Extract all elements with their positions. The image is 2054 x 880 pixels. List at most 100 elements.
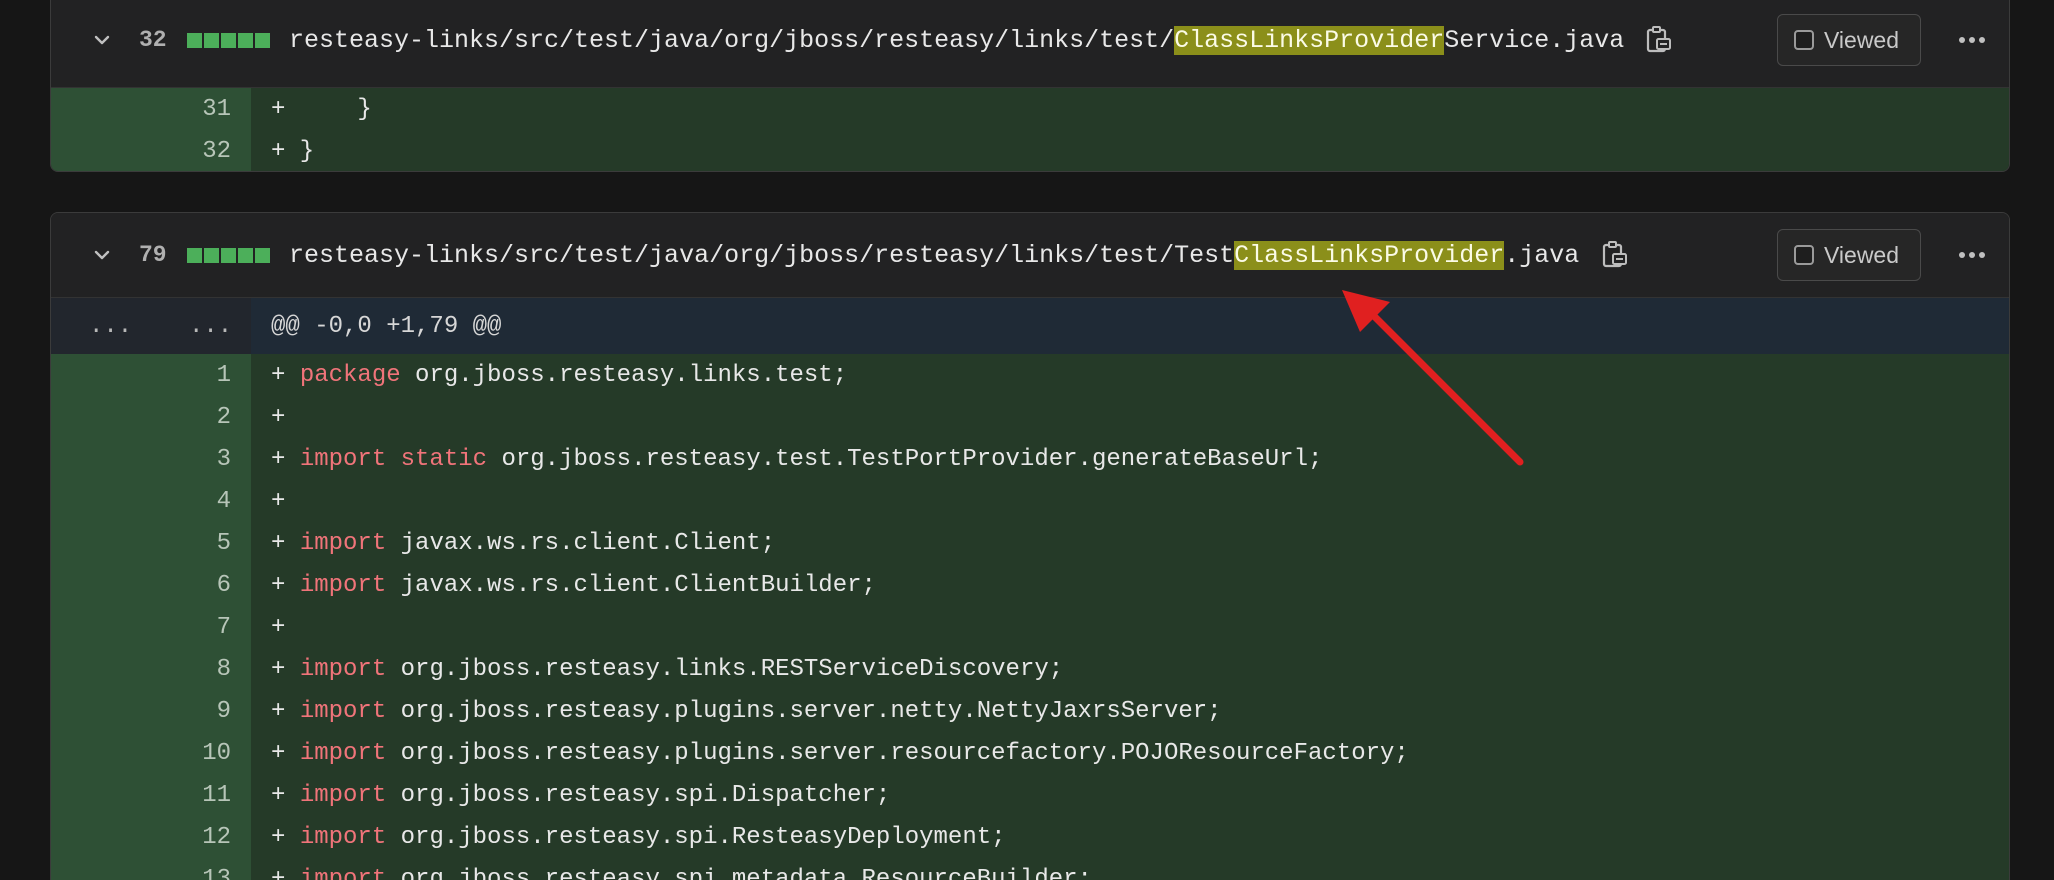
code-line: + bbox=[251, 396, 2009, 438]
code-line: + import org.jboss.resteasy.spi.Resteasy… bbox=[251, 816, 2009, 858]
code-line: + } bbox=[251, 88, 2009, 130]
line-number[interactable]: 1 bbox=[51, 354, 251, 396]
code-keyword: import bbox=[299, 739, 387, 767]
code-text: org.jboss.resteasy.plugins.server.netty.… bbox=[386, 697, 1222, 725]
file-path[interactable]: resteasy-links/src/test/java/org/jboss/r… bbox=[289, 25, 1625, 55]
diff-plus-marker: + bbox=[271, 739, 300, 767]
diff-plus-marker: + bbox=[271, 697, 300, 725]
diff-plus-marker: + bbox=[271, 781, 300, 809]
file-diff-1: 32 resteasy-links/src/test/java/org/jbos… bbox=[50, 0, 2010, 172]
copy-path-icon[interactable] bbox=[1645, 25, 1673, 55]
viewed-label: Viewed bbox=[1824, 26, 1900, 53]
code-keyword: import static bbox=[299, 445, 488, 473]
code-text: org.jboss.resteasy.plugins.server.resour… bbox=[386, 739, 1409, 767]
viewed-button[interactable]: Viewed bbox=[1777, 229, 1921, 281]
file-diff-2: 79 resteasy-links/src/test/java/org/jbos… bbox=[50, 212, 2010, 880]
more-options-icon[interactable] bbox=[1957, 25, 1987, 55]
code-text: org.jboss.resteasy.links.test; bbox=[400, 361, 848, 389]
code-text: javax.ws.rs.client.Client; bbox=[386, 529, 776, 557]
code-line: + import org.jboss.resteasy.plugins.serv… bbox=[251, 690, 2009, 732]
code-text: org.jboss.resteasy.test.TestPortProvider… bbox=[487, 445, 1323, 473]
line-number[interactable]: 7 bbox=[51, 606, 251, 648]
code-keyword: import bbox=[299, 865, 387, 880]
line-number[interactable]: 13 bbox=[51, 858, 251, 880]
diff-plus-marker: + bbox=[271, 487, 286, 515]
collapse-chevron-icon[interactable] bbox=[91, 244, 113, 266]
diff-plus-marker: + bbox=[271, 361, 300, 389]
diff-line: 13 + import org.jboss.resteasy.spi.metada… bbox=[51, 858, 2009, 880]
code-text: org.jboss.resteasy.links.RESTServiceDisc… bbox=[386, 655, 1064, 683]
expand-right[interactable]: ... bbox=[189, 313, 232, 340]
diff-plus-marker: + bbox=[271, 445, 300, 473]
code-line: + } bbox=[251, 130, 2009, 171]
diff-plus-marker: + bbox=[271, 823, 300, 851]
code-line: + package org.jboss.resteasy.links.test; bbox=[251, 354, 2009, 396]
diff-line: 2 + bbox=[51, 396, 2009, 438]
code-text: org.jboss.resteasy.spi.Dispatcher; bbox=[386, 781, 891, 809]
code-text: org.jboss.resteasy.spi.ResteasyDeploymen… bbox=[386, 823, 1006, 851]
code-text: org.jboss.resteasy.spi.metadata.Resource… bbox=[386, 865, 1092, 880]
diff-plus-marker: + bbox=[271, 655, 300, 683]
diffstat-bar bbox=[187, 247, 270, 263]
file-header: 79 resteasy-links/src/test/java/org/jbos… bbox=[51, 213, 2009, 298]
diff-body: 31 + } 32 + } bbox=[51, 88, 2009, 171]
diff-view: 32 resteasy-links/src/test/java/org/jbos… bbox=[0, 0, 2054, 880]
line-number[interactable]: 2 bbox=[51, 396, 251, 438]
line-number[interactable]: 4 bbox=[51, 480, 251, 522]
code-keyword: import bbox=[299, 571, 387, 599]
line-number[interactable]: 6 bbox=[51, 564, 251, 606]
code-line: + bbox=[251, 606, 2009, 648]
code-line: + import org.jboss.resteasy.spi.Dispatch… bbox=[251, 774, 2009, 816]
line-number[interactable]: 10 bbox=[51, 732, 251, 774]
hunk-expand-gutter[interactable]: ... ... bbox=[51, 298, 251, 354]
viewed-checkbox[interactable] bbox=[1794, 30, 1814, 50]
collapse-chevron-icon[interactable] bbox=[91, 29, 113, 51]
code-keyword: import bbox=[299, 655, 387, 683]
file-path-suffix: Service.java bbox=[1444, 25, 1625, 55]
more-options-icon[interactable] bbox=[1957, 240, 1987, 270]
expand-left[interactable]: ... bbox=[89, 313, 132, 340]
diff-plus-marker: + bbox=[271, 613, 286, 641]
viewed-checkbox[interactable] bbox=[1794, 245, 1814, 265]
diff-line: 6 + import javax.ws.rs.client.ClientBuild… bbox=[51, 564, 2009, 606]
diff-line: 4 + bbox=[51, 480, 2009, 522]
line-number[interactable]: 3 bbox=[51, 438, 251, 480]
hunk-header-row: ... ... @@ -0,0 +1,79 @@ bbox=[51, 298, 2009, 354]
file-path[interactable]: resteasy-links/src/test/java/org/jboss/r… bbox=[289, 240, 1580, 270]
diff-plus-marker: + bbox=[271, 571, 300, 599]
diffstat-bar bbox=[187, 32, 270, 48]
search-highlight: ClassLinksProvider bbox=[1174, 25, 1445, 55]
viewed-button[interactable]: Viewed bbox=[1777, 14, 1921, 66]
lines-changed-count: 32 bbox=[139, 27, 167, 53]
line-number[interactable]: 32 bbox=[51, 130, 251, 171]
code-keyword: import bbox=[299, 529, 387, 557]
code-line: + import javax.ws.rs.client.ClientBuilde… bbox=[251, 564, 2009, 606]
diff-line: 32 + } bbox=[51, 130, 2009, 171]
diff-plus-marker: + bbox=[271, 529, 300, 557]
file-header: 32 resteasy-links/src/test/java/org/jbos… bbox=[51, 0, 2009, 88]
diff-line: 7 + bbox=[51, 606, 2009, 648]
diff-line: 12 + import org.jboss.resteasy.spi.Restea… bbox=[51, 816, 2009, 858]
line-number[interactable]: 12 bbox=[51, 816, 251, 858]
code-line: + import javax.ws.rs.client.Client; bbox=[251, 522, 2009, 564]
code-text: javax.ws.rs.client.ClientBuilder; bbox=[386, 571, 876, 599]
code-line: + import static org.jboss.resteasy.test.… bbox=[251, 438, 2009, 480]
diff-line: 5 + import javax.ws.rs.client.Client; bbox=[51, 522, 2009, 564]
diff-body: ... ... @@ -0,0 +1,79 @@ 1 + package org.… bbox=[51, 298, 2009, 880]
hunk-header: @@ -0,0 +1,79 @@ bbox=[251, 298, 2009, 354]
code-line: + bbox=[251, 480, 2009, 522]
diff-line: 8 + import org.jboss.resteasy.links.RESTS… bbox=[51, 648, 2009, 690]
line-number[interactable]: 9 bbox=[51, 690, 251, 732]
line-number[interactable]: 31 bbox=[51, 88, 251, 130]
search-highlight: ClassLinksProvider bbox=[1234, 240, 1505, 270]
file-path-suffix: .java bbox=[1504, 240, 1580, 270]
copy-path-icon[interactable] bbox=[1601, 240, 1629, 270]
code-keyword: package bbox=[299, 361, 401, 389]
line-number[interactable]: 5 bbox=[51, 522, 251, 564]
code-line: + import org.jboss.resteasy.spi.metadata… bbox=[251, 858, 2009, 880]
lines-changed-count: 79 bbox=[139, 242, 167, 268]
line-number[interactable]: 8 bbox=[51, 648, 251, 690]
diff-line: 11 + import org.jboss.resteasy.spi.Dispat… bbox=[51, 774, 2009, 816]
code-keyword: import bbox=[299, 697, 387, 725]
line-number[interactable]: 11 bbox=[51, 774, 251, 816]
